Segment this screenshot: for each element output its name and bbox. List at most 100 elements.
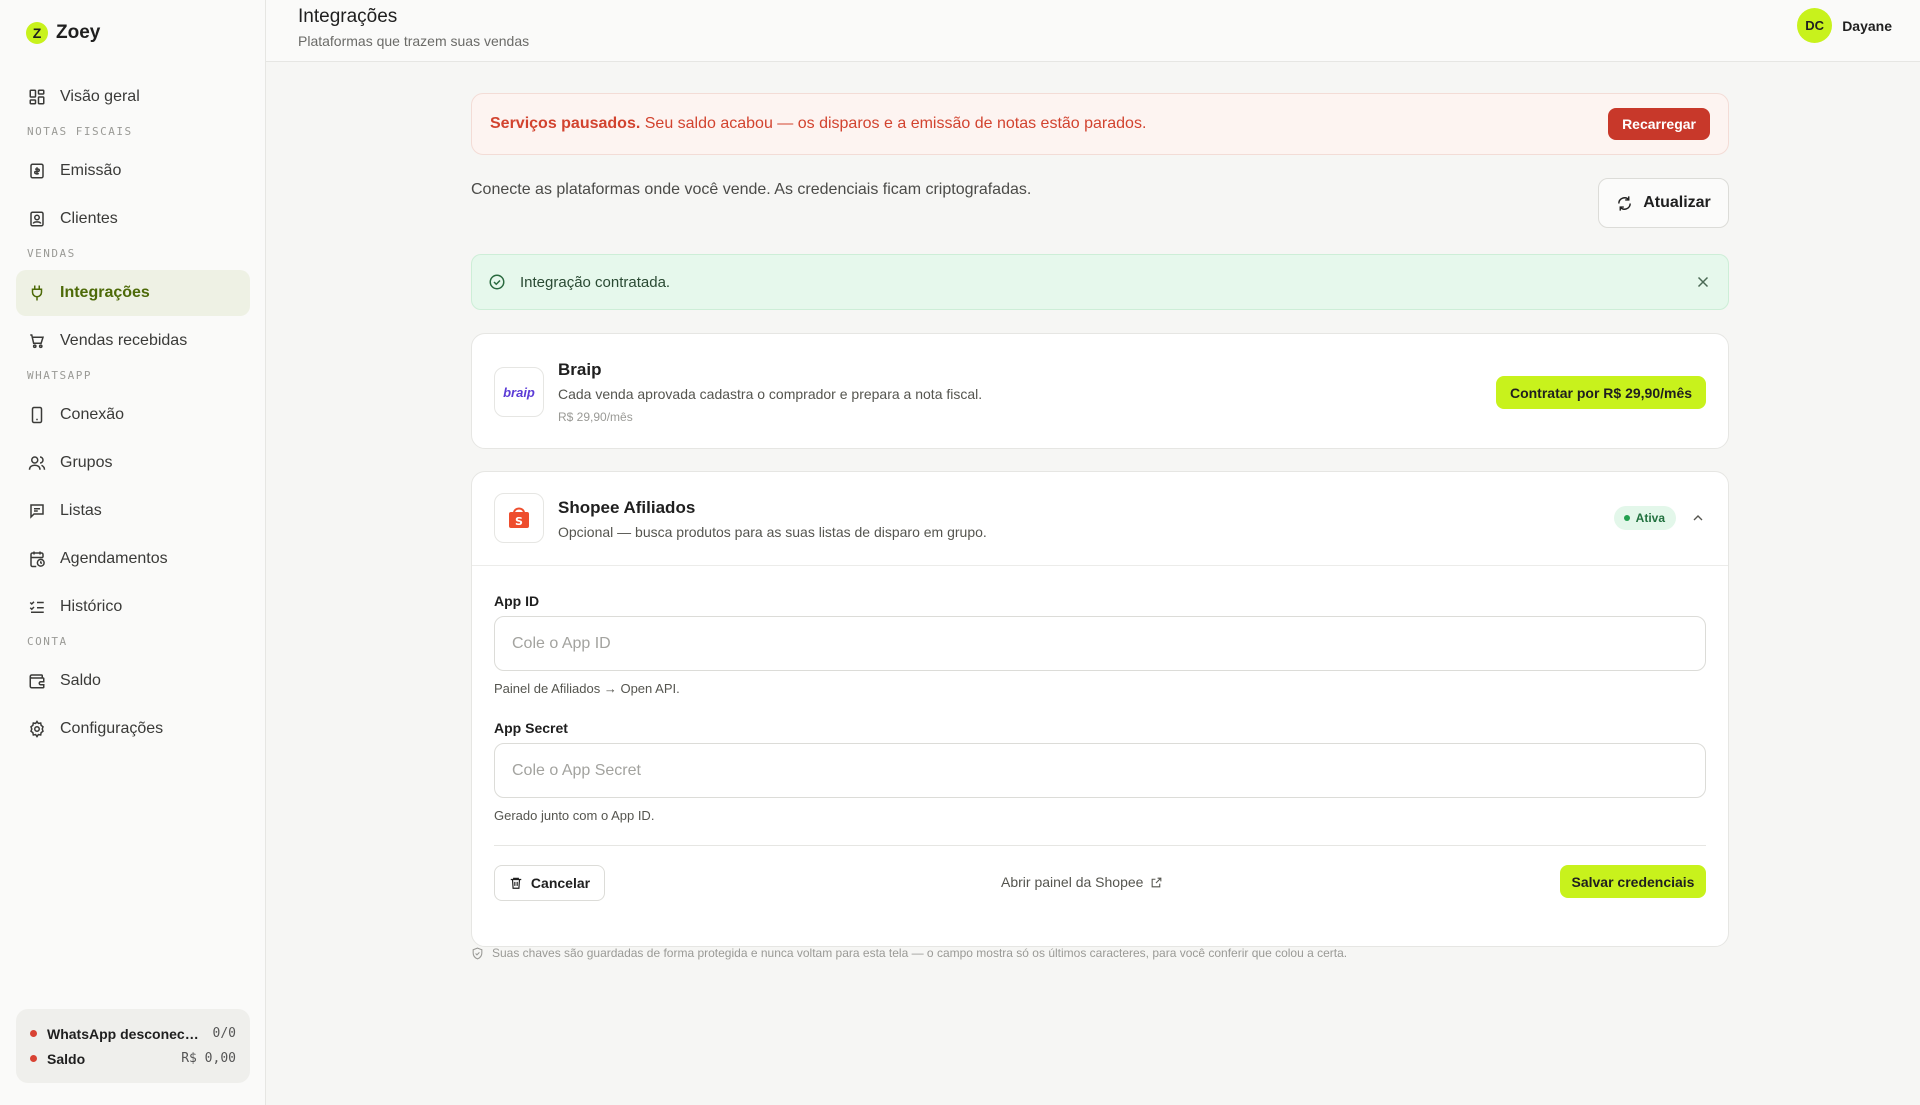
status-saldo-label: Saldo: [47, 1050, 86, 1067]
shopee-logo: S: [494, 493, 544, 543]
braip-logo-text: braip: [503, 384, 535, 400]
alert-text: Serviços pausados. Seu saldo acabou — os…: [490, 115, 1608, 133]
status-dot: [30, 1030, 37, 1037]
sidebar-item-saldo[interactable]: Saldo: [16, 658, 250, 704]
sidebar-item-label: Emissão: [60, 162, 122, 179]
sidebar-nav: Visão geral NOTAS FISCAIS Emissão Client…: [16, 74, 250, 754]
sidebar-item-label: Visão geral: [60, 88, 140, 105]
save-credentials-button[interactable]: Salvar credenciais: [1560, 865, 1706, 898]
trash-icon: [510, 877, 522, 889]
sidebar-item-listas[interactable]: Listas: [16, 488, 250, 534]
sidebar-item-label: Histórico: [60, 598, 123, 615]
refresh-button[interactable]: Atualizar: [1598, 178, 1729, 228]
app-secret-hint: Gerado junto com o App ID.: [494, 808, 655, 823]
services-paused-alert: Serviços pausados. Seu saldo acabou — os…: [471, 93, 1729, 155]
alert-message: Seu saldo acabou — os disparos e a emiss…: [640, 115, 1147, 132]
dashboard-icon: [29, 89, 45, 105]
brand[interactable]: Z Zoey: [26, 22, 100, 44]
brand-name: Zoey: [56, 22, 101, 43]
braip-price: R$ 29,90/mês: [558, 410, 633, 424]
shopee-logo-letter: S: [515, 515, 523, 528]
braip-description: Cada venda aprovada cadastra o comprador…: [558, 386, 983, 402]
app-secret-input[interactable]: [494, 743, 1706, 798]
recharge-button[interactable]: Recarregar: [1608, 108, 1710, 140]
close-icon[interactable]: [1694, 273, 1712, 291]
sidebar-item-overview[interactable]: Visão geral: [16, 74, 250, 120]
external-link-icon: [1152, 877, 1162, 887]
section-conta: CONTA: [27, 635, 68, 648]
sidebar-item-label: Agendamentos: [60, 550, 168, 567]
status-whatsapp[interactable]: WhatsApp desconectado 0/0: [30, 1021, 236, 1046]
page-header: Integrações Plataformas que trazem suas …: [266, 0, 1920, 62]
status-whatsapp-value: 0/0: [212, 1026, 236, 1041]
shopee-card-header[interactable]: S Shopee Afiliados Opcional — busca prod…: [472, 472, 1728, 566]
sidebar-item-vendas-recebidas[interactable]: Vendas recebidas: [16, 318, 250, 364]
app-id-label: App ID: [494, 593, 540, 609]
list-checks-icon: [29, 601, 44, 613]
success-banner: Integração contratada.: [471, 254, 1729, 310]
sidebar-item-historico[interactable]: Histórico: [16, 584, 250, 630]
braip-logo: braip: [494, 367, 544, 417]
shopee-description: Opcional — busca produtos para as suas l…: [558, 524, 987, 540]
sidebar-item-configuracoes[interactable]: Configurações: [16, 706, 250, 752]
alert-bold: Serviços pausados.: [490, 115, 641, 132]
wallet-icon: [29, 674, 45, 689]
contract-braip-button[interactable]: Contratar por R$ 29,90/mês: [1496, 376, 1706, 409]
brand-logo-icon: Z: [26, 22, 48, 44]
contact-card-icon: [30, 211, 44, 227]
section-whatsapp: WHATSAPP: [27, 369, 92, 382]
app-id-hint: Painel de Afiliados → Open API.: [494, 681, 680, 696]
security-footnote: Suas chaves são guardadas de forma prote…: [471, 946, 1347, 960]
main-content: Serviços pausados. Seu saldo acabou — os…: [471, 93, 1729, 960]
sidebar-item-label: Clientes: [60, 210, 118, 227]
section-vendas: VENDAS: [27, 247, 76, 260]
divider: [494, 845, 1706, 846]
app-secret-label: App Secret: [494, 720, 568, 736]
braip-title: Braip: [558, 360, 602, 379]
users-icon: [28, 456, 46, 470]
user-name: Dayane: [1842, 17, 1892, 34]
chevron-up-icon[interactable]: [1690, 510, 1706, 526]
status-saldo-value: R$ 0,00: [181, 1051, 236, 1066]
status-whatsapp-label: WhatsApp desconectado: [47, 1025, 203, 1042]
sidebar-item-conexao[interactable]: Conexão: [16, 392, 250, 438]
badge-dot: [1623, 515, 1630, 521]
success-text: Integração contratada.: [520, 273, 671, 291]
status-dot: [30, 1055, 37, 1062]
shield-check-icon: [472, 947, 483, 960]
receipt-icon: [30, 163, 44, 179]
sidebar-item-label: Saldo: [60, 672, 101, 689]
sidebar-item-clientes[interactable]: Clientes: [16, 196, 250, 242]
page-title: Integrações: [298, 6, 398, 27]
intro-text: Conecte as plataformas onde você vende. …: [471, 181, 1032, 198]
calendar-clock-icon: [30, 551, 45, 568]
sidebar-item-label: Listas: [60, 502, 102, 519]
cancel-label: Cancelar: [530, 875, 591, 891]
refresh-icon: [1618, 195, 1632, 211]
sidebar-item-grupos[interactable]: Grupos: [16, 440, 250, 486]
badge-label: Ativa: [1635, 511, 1665, 525]
status-card: WhatsApp desconectado 0/0 Saldo R$ 0,00: [16, 1009, 250, 1083]
gear-icon: [30, 720, 44, 738]
status-saldo[interactable]: Saldo R$ 0,00: [30, 1046, 236, 1071]
shopee-bag-icon: S: [509, 507, 529, 528]
section-notas-fiscais: NOTAS FISCAIS: [27, 125, 133, 138]
open-shopee-panel-link[interactable]: Abrir painel da Shopee: [1001, 874, 1163, 890]
sidebar-item-label: Conexão: [60, 406, 125, 423]
sidebar-item-emissao[interactable]: Emissão: [16, 148, 250, 194]
footnote-text: Suas chaves são guardadas de forma prote…: [492, 946, 1348, 960]
user-menu[interactable]: DC Dayane: [1797, 8, 1892, 43]
cart-icon: [30, 334, 45, 349]
sidebar-item-agendamentos[interactable]: Agendamentos: [16, 536, 250, 582]
refresh-label: Atualizar: [1643, 194, 1711, 211]
cancel-button[interactable]: Cancelar: [494, 865, 605, 901]
check-circle-icon: [489, 274, 505, 290]
message-square-icon: [30, 504, 44, 519]
sidebar-item-label: Integrações: [60, 284, 150, 301]
page-subtitle: Plataformas que trazem suas vendas: [298, 33, 530, 49]
shopee-card: S Shopee Afiliados Opcional — busca prod…: [471, 471, 1729, 947]
plug-icon: [31, 285, 43, 301]
avatar: DC: [1797, 8, 1833, 43]
sidebar-item-integracoes[interactable]: Integrações: [16, 270, 250, 316]
app-id-input[interactable]: [494, 616, 1706, 671]
